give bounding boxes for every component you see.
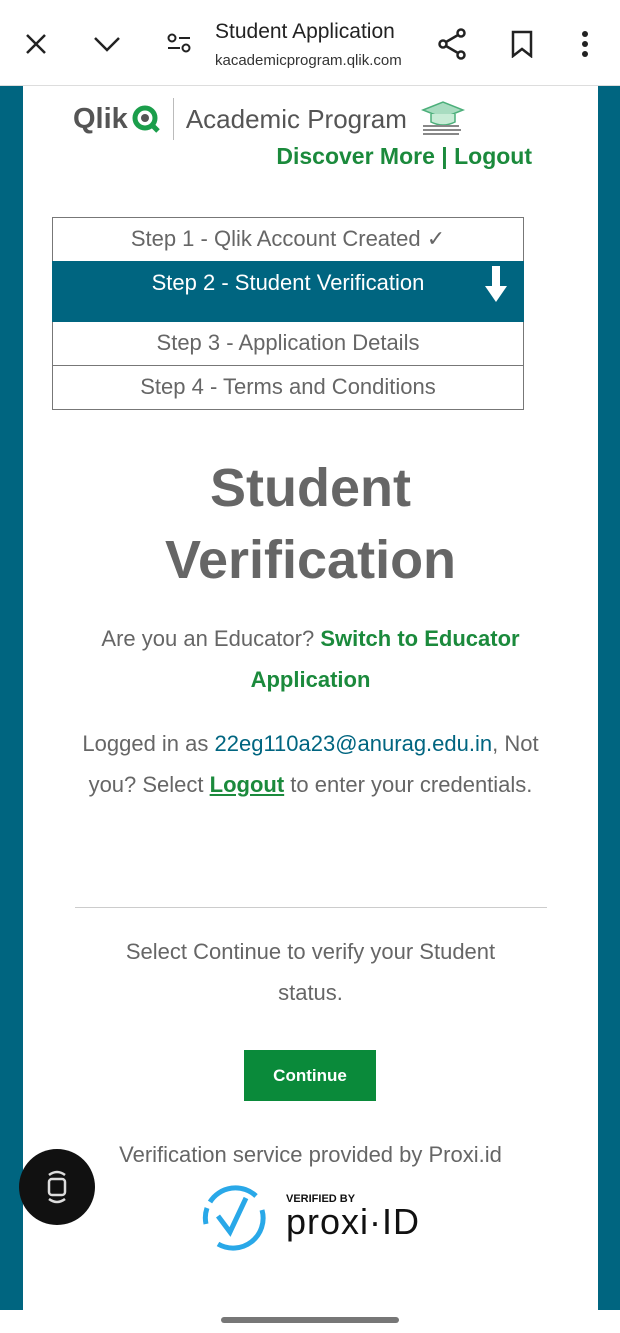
proxi-id-badge: VERIFIED BY proxi·ID bbox=[198, 1180, 420, 1252]
user-email: 22eg110a23@anurag.edu.in bbox=[214, 731, 493, 756]
logged-in-info: Logged in as 22eg110a23@anurag.edu.in, N… bbox=[82, 731, 539, 797]
main-heading: Student Verification bbox=[164, 458, 457, 590]
more-icon[interactable] bbox=[575, 28, 595, 60]
close-icon[interactable] bbox=[20, 28, 52, 60]
step-4: Step 4 - Terms and Conditions bbox=[52, 365, 524, 410]
logo-divider bbox=[172, 98, 174, 140]
arrow-down-icon bbox=[485, 266, 507, 302]
provider-text: Verification service provided by Proxi.i… bbox=[119, 1142, 502, 1167]
header-logout-link[interactable]: Logout bbox=[454, 143, 532, 169]
share-icon[interactable] bbox=[436, 27, 468, 61]
step-2: Step 2 - Student Verification bbox=[52, 261, 524, 322]
logout-link[interactable]: Logout bbox=[210, 772, 285, 797]
page-title: Student Application bbox=[215, 20, 395, 43]
bookmark-icon[interactable] bbox=[508, 28, 536, 60]
program-name: Academic Program bbox=[185, 103, 407, 134]
discover-more-link[interactable]: Discover More bbox=[276, 143, 435, 169]
link-divider: | bbox=[441, 143, 448, 169]
screen-rotate-button[interactable] bbox=[19, 1149, 95, 1225]
educator-prompt: Are you an Educator? Switch to Educator … bbox=[101, 626, 520, 692]
continue-button[interactable]: Continue bbox=[244, 1050, 376, 1101]
continue-instruction: Select Continue to verify your Student s… bbox=[125, 939, 496, 1005]
graduation-cap-icon bbox=[420, 101, 465, 135]
content-panel: Qlik Academic Program Discover More | Lo… bbox=[23, 86, 598, 1310]
page-background: Qlik Academic Program Discover More | Lo… bbox=[0, 86, 620, 1310]
steps-list: Step 1 - Qlik Account Created ✓ Step 2 -… bbox=[52, 217, 524, 410]
step-2-label: Step 2 - Student Verification bbox=[151, 270, 425, 295]
divider bbox=[75, 907, 547, 908]
page-url: kacademicprogram.qlik.com bbox=[215, 52, 402, 69]
rotate-icon bbox=[47, 1170, 67, 1204]
verified-check-icon bbox=[202, 1185, 266, 1251]
logo: Qlik Academic Program bbox=[73, 98, 467, 140]
browser-toolbar: Student Application kacademicprogram.qli… bbox=[0, 0, 620, 86]
step-1: Step 1 - Qlik Account Created ✓ bbox=[52, 217, 524, 262]
home-indicator[interactable] bbox=[221, 1317, 399, 1323]
chevron-down-icon[interactable] bbox=[90, 28, 124, 60]
site-settings-icon[interactable] bbox=[163, 30, 195, 58]
qlik-q-icon bbox=[132, 105, 160, 133]
qlik-logo: Qlik bbox=[73, 102, 128, 135]
step-3: Step 3 - Application Details bbox=[52, 321, 524, 366]
